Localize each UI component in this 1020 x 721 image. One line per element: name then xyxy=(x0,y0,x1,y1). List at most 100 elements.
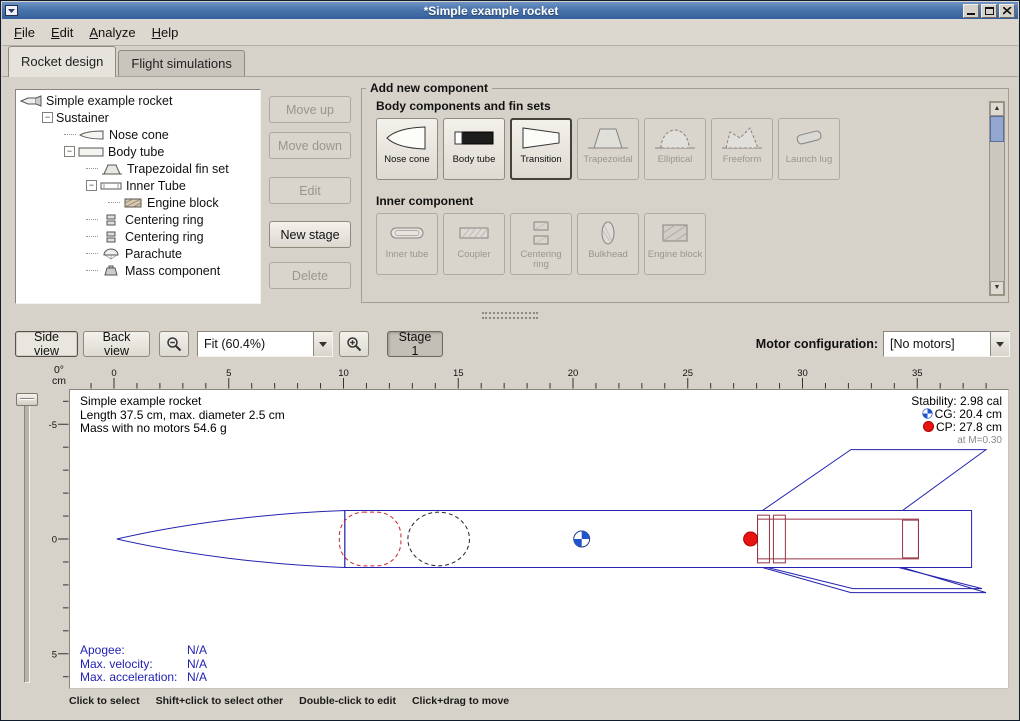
tree-item-trapezoidal-fin-set[interactable]: Trapezoidal fin set xyxy=(16,160,260,177)
delete-button[interactable]: Delete xyxy=(269,262,351,289)
component-tree[interactable]: Simple example rocket−SustainerNose cone… xyxy=(15,89,261,304)
move-up-button[interactable]: Move up xyxy=(269,96,351,123)
stability-info: Stability: 2.98 cal CG: 20.4 cm CP: 27.8… xyxy=(911,395,1002,447)
tree-item-nose-cone[interactable]: Nose cone xyxy=(16,126,260,143)
zoom-out-button[interactable] xyxy=(159,331,189,357)
cg-value: CG: 20.4 cm xyxy=(935,407,1002,421)
move-down-button[interactable]: Move down xyxy=(269,132,351,159)
launch-lug-icon xyxy=(787,124,831,152)
ruler-unit-label: cm xyxy=(47,376,71,387)
component-button-freeform[interactable]: Freeform xyxy=(711,118,773,180)
inner-tube-icon xyxy=(100,181,122,191)
cp-value: CP: 27.8 cm xyxy=(936,420,1002,434)
component-button-trapezoidal[interactable]: Trapezoidal xyxy=(577,118,639,180)
component-button-inner-tube[interactable]: Inner tube xyxy=(376,213,438,275)
svg-text:10: 10 xyxy=(338,368,349,379)
svg-text:25: 25 xyxy=(682,368,693,379)
tree-item-mass-component[interactable]: Mass component xyxy=(16,262,260,279)
tree-item-body-tube[interactable]: −Body tube xyxy=(16,143,260,160)
motor-configuration-select[interactable]: [No motors] xyxy=(883,331,1010,357)
tree-item-centering-ring[interactable]: Centering ring xyxy=(16,228,260,245)
side-view-button[interactable]: Side view xyxy=(15,331,78,357)
rocket-info: Simple example rocket Length 37.5 cm, ma… xyxy=(80,395,285,436)
tree-expander-icon[interactable]: − xyxy=(42,112,53,123)
flight-stat-row: Apogee:N/A xyxy=(80,644,207,658)
menu-analyze[interactable]: Analyze xyxy=(81,23,143,42)
cg-icon xyxy=(922,408,933,419)
scrollbar-thumb[interactable] xyxy=(990,116,1004,142)
chevron-down-icon[interactable] xyxy=(313,332,332,356)
minimize-button[interactable] xyxy=(963,4,979,18)
menu-edit[interactable]: Edit xyxy=(43,23,81,42)
window-title: *Simple example rocket xyxy=(19,3,963,19)
hint-4: Click+drag to move xyxy=(412,695,509,707)
chevron-down-icon[interactable] xyxy=(990,332,1009,356)
menu-file[interactable]: File xyxy=(6,23,43,42)
view-toolbar: Side view Back view Fit (60.4%) Stage 1 … xyxy=(2,329,1018,361)
cp-icon xyxy=(923,421,934,432)
section-label-inner-component: Inner component xyxy=(376,194,1008,208)
scroll-down-icon[interactable]: ▼ xyxy=(990,281,1004,295)
tree-connector xyxy=(86,219,98,220)
body-tube-icon xyxy=(78,147,104,157)
inner-tube-icon xyxy=(385,219,429,247)
section-label-body-components-and-fin-sets: Body components and fin sets xyxy=(376,99,1008,113)
tab-rocket-design[interactable]: Rocket design xyxy=(8,46,116,77)
maximize-button[interactable] xyxy=(981,4,997,18)
titlebar[interactable]: *Simple example rocket xyxy=(2,2,1018,19)
tree-expander-icon[interactable]: − xyxy=(64,146,75,157)
new-stage-button[interactable]: New stage xyxy=(269,221,351,248)
component-button-elliptical[interactable]: Elliptical xyxy=(644,118,706,180)
slider-handle[interactable] xyxy=(16,393,38,406)
vertical-ruler: -505 xyxy=(47,389,69,689)
svg-text:0: 0 xyxy=(111,368,116,379)
close-button[interactable] xyxy=(999,4,1015,18)
rocket-canvas[interactable]: Simple example rocket Length 37.5 cm, ma… xyxy=(69,389,1009,689)
tree-connector xyxy=(86,253,98,254)
tree-item-sustainer[interactable]: −Sustainer xyxy=(16,109,260,126)
tree-item-centering-ring[interactable]: Centering ring xyxy=(16,211,260,228)
component-button-engine-block[interactable]: Engine block xyxy=(644,213,706,275)
zoom-select[interactable]: Fit (60.4%) xyxy=(197,331,333,357)
component-button-launch-lug[interactable]: Launch lug xyxy=(778,118,840,180)
window-controls xyxy=(963,4,1015,18)
svg-text:5: 5 xyxy=(226,368,231,379)
component-button-coupler[interactable]: Coupler xyxy=(443,213,505,275)
component-button-bulkhead[interactable]: Bulkhead xyxy=(577,213,639,275)
component-button-row: Inner tubeCouplerCentering ringBulkheadE… xyxy=(376,213,1008,275)
cp-marker xyxy=(744,532,758,546)
hint-1: Click to select xyxy=(69,695,140,707)
splitter-handle[interactable] xyxy=(2,309,1018,327)
tree-item-engine-block[interactable]: Engine block xyxy=(16,194,260,211)
hint-bar: Click to selectShift+click to select oth… xyxy=(69,695,1015,707)
bulkhead-icon xyxy=(586,219,630,247)
zoom-in-button[interactable] xyxy=(339,331,369,357)
tree-expander-icon[interactable]: − xyxy=(86,180,97,191)
component-scrollbar[interactable]: ▲ ▼ xyxy=(989,101,1005,296)
centering-ring-icon xyxy=(519,219,563,247)
menu-help[interactable]: Help xyxy=(144,23,187,42)
back-view-button[interactable]: Back view xyxy=(83,331,150,357)
tab-flight-simulations[interactable]: Flight simulations xyxy=(118,50,244,76)
tree-item-simple-example-rocket[interactable]: Simple example rocket xyxy=(16,92,260,109)
edit-button[interactable]: Edit xyxy=(269,177,351,204)
fin-icon xyxy=(101,163,123,175)
component-button-row: Nose coneBody tubeTransitionTrapezoidalE… xyxy=(376,118,1008,180)
svg-text:5: 5 xyxy=(52,649,57,660)
parachute-icon xyxy=(101,248,121,260)
motor-configuration-label: Motor configuration: xyxy=(752,337,878,351)
tree-item-inner-tube[interactable]: −Inner Tube xyxy=(16,177,260,194)
component-button-transition[interactable]: Transition xyxy=(510,118,572,180)
stage-1-toggle[interactable]: Stage 1 xyxy=(387,331,443,357)
component-button-nose-cone[interactable]: Nose cone xyxy=(376,118,438,180)
add-component-title: Add new component xyxy=(366,81,492,95)
rotation-slider[interactable] xyxy=(13,391,39,687)
body-tube-icon xyxy=(452,124,496,152)
component-button-centering-ring[interactable]: Centering ring xyxy=(510,213,572,275)
tree-item-parachute[interactable]: Parachute xyxy=(16,245,260,262)
magnifier-plus-icon xyxy=(346,336,362,352)
component-button-body-tube[interactable]: Body tube xyxy=(443,118,505,180)
window-menu-icon[interactable] xyxy=(5,5,19,17)
rocket-icon xyxy=(20,95,42,107)
scroll-up-icon[interactable]: ▲ xyxy=(990,102,1004,116)
